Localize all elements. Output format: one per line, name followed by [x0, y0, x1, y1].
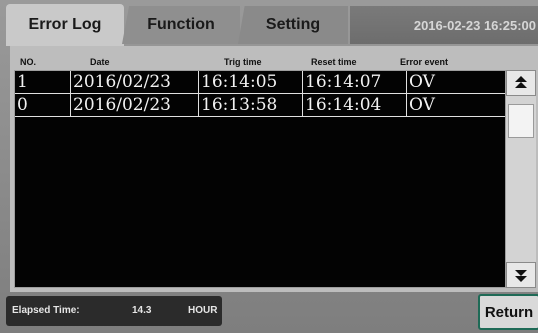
- elapsed-time-bar: Elapsed Time: 14.3 HOUR: [6, 296, 222, 326]
- cell-reset-time: 16:14:07: [303, 71, 407, 93]
- table-row[interactable]: 0 2016/02/23 16:13:58 16:14:04 OV: [15, 94, 505, 117]
- col-header-date: Date: [90, 57, 110, 67]
- cell-no: 1: [15, 71, 71, 93]
- cell-trig-time: 16:14:05: [199, 71, 303, 93]
- cell-reset-time: 16:14:04: [303, 94, 407, 116]
- table-scrollbar[interactable]: [506, 70, 536, 288]
- scroll-down-button[interactable]: [506, 262, 536, 288]
- cell-date: 2016/02/23: [71, 71, 199, 93]
- table-row[interactable]: 1 2016/02/23 16:14:05 16:14:07 OV: [15, 71, 505, 94]
- elapsed-time-unit: HOUR: [188, 305, 218, 316]
- cell-error-event: OV: [409, 95, 435, 115]
- elapsed-time-label: Elapsed Time:: [12, 305, 80, 316]
- elapsed-time-value: 14.3: [132, 305, 152, 316]
- hmi-screen: Error Log Function Setting 2016-02-23 16…: [0, 0, 538, 333]
- error-log-table[interactable]: 1 2016/02/23 16:14:05 16:14:07 OV 0 2016…: [14, 70, 506, 288]
- tab-function[interactable]: Function: [122, 6, 240, 44]
- datetime-display: 2016-02-23 16:25:00: [350, 6, 538, 44]
- col-header-trig-time: Trig time: [224, 57, 262, 67]
- double-down-arrow-icon: [515, 270, 527, 282]
- cell-trig-time: 16:13:58: [199, 94, 303, 116]
- scroll-up-button[interactable]: [506, 70, 536, 96]
- col-header-reset-time: Reset time: [311, 57, 357, 67]
- tab-setting[interactable]: Setting: [238, 6, 348, 44]
- col-header-no: NO.: [20, 57, 37, 67]
- tab-bar: Error Log Function Setting 2016-02-23 16…: [0, 0, 538, 46]
- tab-error-log[interactable]: Error Log: [6, 4, 124, 46]
- cell-error-event: OV: [409, 72, 435, 92]
- col-header-error-event: Error event: [400, 57, 449, 67]
- cell-date: 2016/02/23: [71, 94, 199, 116]
- cell-no: 0: [15, 94, 71, 116]
- return-button[interactable]: Return: [478, 294, 538, 330]
- datetime-text: 2016-02-23 16:25:00: [413, 17, 536, 33]
- table-header: NO. Date Trig time Reset time Error even…: [14, 57, 504, 69]
- double-up-arrow-icon: [515, 76, 527, 88]
- scroll-thumb[interactable]: [508, 104, 534, 138]
